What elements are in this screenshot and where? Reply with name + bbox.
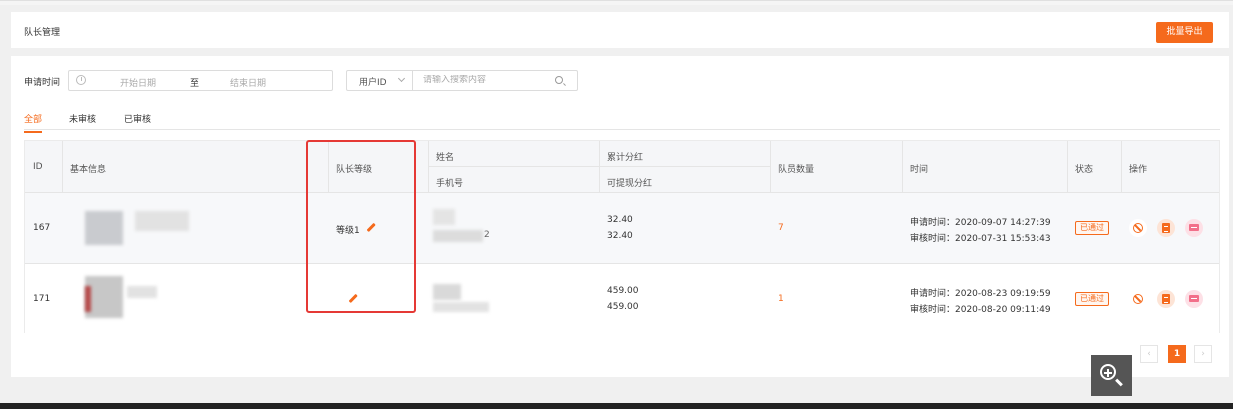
ban-icon[interactable] xyxy=(1129,290,1147,308)
redacted-phone xyxy=(433,230,483,242)
top-strip xyxy=(0,0,1233,5)
page-header: 队长管理 批量导出 xyxy=(11,12,1229,48)
redacted-nickname xyxy=(127,286,157,298)
redacted-name xyxy=(433,284,461,300)
clipboard-icon[interactable] xyxy=(1157,219,1175,237)
status-badge: 已通过 xyxy=(1075,292,1109,306)
row-id: 171 xyxy=(33,294,51,304)
redacted-nickname xyxy=(135,211,189,231)
redacted-name xyxy=(433,209,455,225)
row-id: 167 xyxy=(33,223,51,233)
message-icon[interactable] xyxy=(1185,219,1203,237)
zoom-plus-v xyxy=(1107,369,1109,377)
message-icon[interactable] xyxy=(1185,290,1203,308)
date-range-picker[interactable]: 开始日期 至 结束日期 xyxy=(68,70,333,91)
col-member-count: 队员数量 xyxy=(778,165,815,175)
bottom-bar xyxy=(0,403,1233,409)
table-row: 167 等级1 2 32.40 32.40 7 申请时间：2020-09-07 … xyxy=(25,193,1219,263)
avatar-edge xyxy=(85,286,91,312)
tab-reviewed[interactable]: 已审核 xyxy=(124,112,151,131)
col-status: 状态 xyxy=(1075,165,1094,175)
highlight-box xyxy=(306,140,416,313)
date-separator: 至 xyxy=(190,79,200,89)
col-total-dividend: 累计分红 xyxy=(607,153,644,163)
page-title: 队长管理 xyxy=(24,28,61,38)
table-header: ID 基本信息 队长等级 姓名 手机号 累计分红 可提现分红 队员数量 时间 状… xyxy=(25,141,1219,192)
apply-time: 申请时间：2020-09-07 14:27:39 xyxy=(910,218,1051,228)
batch-export-button[interactable]: 批量导出 xyxy=(1156,22,1213,43)
tab-all[interactable]: 全部 xyxy=(24,112,43,133)
withdrawable-dividend: 32.40 xyxy=(607,231,633,241)
status-badge: 已通过 xyxy=(1075,221,1109,235)
search-field-select[interactable]: 用户ID xyxy=(347,71,413,90)
search-icon[interactable] xyxy=(555,76,563,84)
apply-time: 申请时间：2020-08-23 09:19:59 xyxy=(910,289,1051,299)
col-name: 姓名 xyxy=(436,153,455,163)
total-dividend: 459.00 xyxy=(607,286,639,296)
tab-unreviewed[interactable]: 未审核 xyxy=(69,112,96,131)
table-row: 171 459.00 459.00 1 申请时间：2020-08-23 09:1… xyxy=(25,264,1219,334)
chevron-down-icon xyxy=(397,74,406,83)
clipboard-icon[interactable] xyxy=(1157,290,1175,308)
clock-icon xyxy=(76,75,86,85)
captain-table: ID 基本信息 队长等级 姓名 手机号 累计分红 可提现分红 队员数量 时间 状… xyxy=(24,140,1220,334)
col-withdrawable: 可提现分红 xyxy=(607,179,653,189)
withdrawable-dividend: 459.00 xyxy=(607,302,639,312)
page-1-button[interactable]: 1 xyxy=(1168,345,1186,363)
main-panel: 申请时间 开始日期 至 结束日期 用户ID 全部 未审核 已审核 ID 基本信息… xyxy=(11,56,1229,377)
redacted-phone xyxy=(433,302,489,312)
start-date-placeholder[interactable]: 开始日期 xyxy=(120,76,156,89)
member-count[interactable]: 1 xyxy=(778,294,784,304)
review-time: 审核时间：2020-08-20 09:11:49 xyxy=(910,305,1051,315)
zoom-in-button[interactable] xyxy=(1091,355,1132,396)
col-phone: 手机号 xyxy=(436,179,464,189)
member-count[interactable]: 7 xyxy=(778,223,784,233)
status-tabs: 全部 未审核 已审核 xyxy=(24,112,1220,133)
end-date-placeholder[interactable]: 结束日期 xyxy=(230,76,266,89)
apply-time-label: 申请时间 xyxy=(24,78,61,88)
col-basic-info: 基本信息 xyxy=(70,165,107,175)
avatar xyxy=(85,211,123,245)
phone-tail: 2 xyxy=(484,230,490,240)
ban-icon[interactable] xyxy=(1129,219,1147,237)
total-dividend: 32.40 xyxy=(607,215,633,225)
next-page-button[interactable]: › xyxy=(1194,345,1212,363)
search-input[interactable] xyxy=(423,75,553,85)
col-time: 时间 xyxy=(910,165,929,175)
prev-page-button[interactable]: ‹ xyxy=(1140,345,1158,363)
search-group: 用户ID xyxy=(346,70,578,91)
col-actions: 操作 xyxy=(1129,165,1148,175)
search-field-value: 用户ID xyxy=(359,78,387,88)
col-id: ID xyxy=(33,162,43,172)
review-time: 审核时间：2020-07-31 15:53:43 xyxy=(910,234,1051,244)
